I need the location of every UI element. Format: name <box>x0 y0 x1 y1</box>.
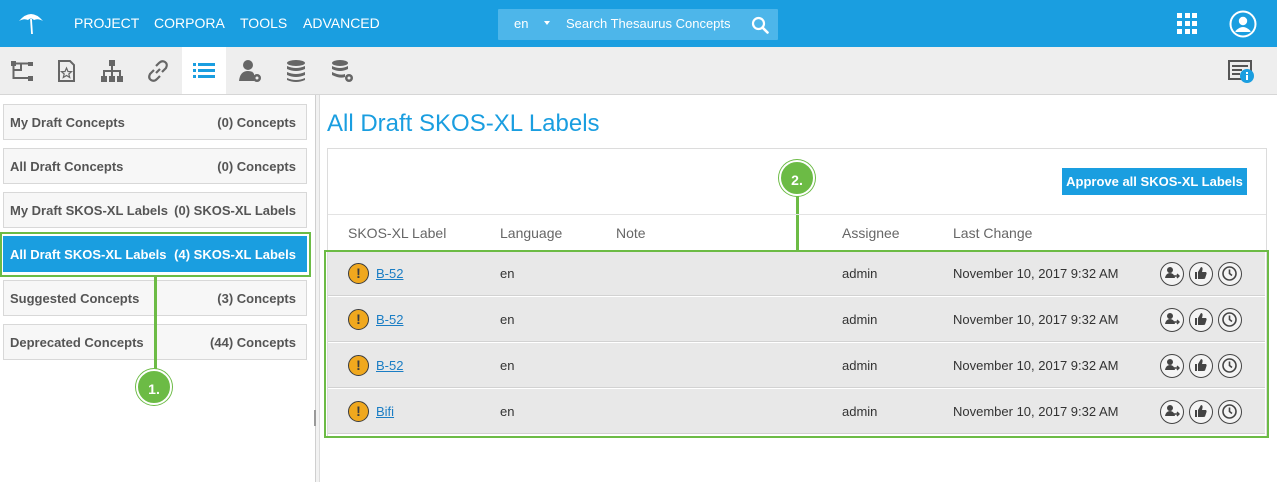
link-icon <box>148 59 168 82</box>
sidebar-item-count: (3) Concepts <box>217 291 296 306</box>
server-settings-icon <box>332 59 353 82</box>
menu-tools[interactable]: TOOLS <box>240 15 287 31</box>
tool-hierarchy[interactable] <box>0 47 44 94</box>
sidebar-item-count: (0) SKOS-XL Labels <box>174 203 296 218</box>
search-box: en Search Thesaurus Concepts <box>498 9 778 40</box>
sidebar-item-label: Suggested Concepts <box>10 291 140 306</box>
chevron-down-icon[interactable] <box>544 21 550 25</box>
column-header-note[interactable]: Note <box>616 225 646 241</box>
annotation-highlight-box-sidebar <box>0 232 311 277</box>
database-icon <box>287 59 305 82</box>
sidebar-item-label: My Draft Concepts <box>10 115 125 130</box>
sidebar-item-label: All Draft Concepts <box>10 159 124 174</box>
tool-list[interactable] <box>182 47 226 94</box>
splitter-grip[interactable] <box>314 410 316 426</box>
page-title: All Draft SKOS-XL Labels <box>327 110 600 137</box>
user-settings-icon <box>239 59 261 82</box>
sidebar-item-my-draft-skosxl-labels[interactable]: My Draft SKOS-XL Labels (0) SKOS-XL Labe… <box>3 192 307 228</box>
concept-document-icon <box>58 59 75 82</box>
approve-all-button[interactable]: Approve all SKOS-XL Labels <box>1062 168 1247 195</box>
sidebar-item-count: (0) Concepts <box>217 159 296 174</box>
menu-project[interactable]: PROJECT <box>74 15 139 31</box>
sidebar-item-all-draft-concepts[interactable]: All Draft Concepts (0) Concepts <box>3 148 307 184</box>
column-header-assignee[interactable]: Assignee <box>842 225 900 241</box>
annotation-callout-1: 1. <box>136 369 172 405</box>
search-icon[interactable] <box>751 16 769 34</box>
annotation-highlight-box-rows <box>324 250 1269 438</box>
list-icon <box>193 62 215 78</box>
info-panel-icon[interactable] <box>1228 59 1256 85</box>
tool-user-settings[interactable] <box>228 47 272 94</box>
tool-server-settings[interactable] <box>320 47 364 94</box>
sidebar-item-label: My Draft SKOS-XL Labels <box>10 203 168 218</box>
table-header: SKOS-XL Label Language Note Assignee Las… <box>328 214 1266 250</box>
column-header-language[interactable]: Language <box>500 225 562 241</box>
sidebar-item-count: (44) Concepts <box>210 335 296 350</box>
sidebar-item-count: (0) Concepts <box>217 115 296 130</box>
tool-links[interactable] <box>136 47 180 94</box>
tool-tree[interactable] <box>90 47 134 94</box>
view-toolbar <box>0 47 1277 95</box>
sidebar-item-label: Deprecated Concepts <box>10 335 144 350</box>
column-header-last-change[interactable]: Last Change <box>953 225 1032 241</box>
tool-database[interactable] <box>274 47 318 94</box>
app-window: PROJECT CORPORA TOOLS ADVANCED en Search… <box>0 0 1277 482</box>
menu-corpora[interactable]: CORPORA <box>154 15 225 31</box>
search-language-select[interactable]: en <box>514 16 528 31</box>
umbrella-logo-icon[interactable] <box>16 9 46 39</box>
hierarchy-branch-icon <box>11 60 33 81</box>
menu-advanced[interactable]: ADVANCED <box>303 15 380 31</box>
tool-concept[interactable] <box>44 47 88 94</box>
annotation-callout-2: 2. <box>779 160 815 196</box>
sidebar-item-my-draft-concepts[interactable]: My Draft Concepts (0) Concepts <box>3 104 307 140</box>
pane-splitter[interactable] <box>316 95 320 482</box>
annotation-connector <box>154 277 157 371</box>
user-account-icon[interactable] <box>1229 10 1257 38</box>
search-input[interactable]: Search Thesaurus Concepts <box>566 16 731 31</box>
top-navigation-bar: PROJECT CORPORA TOOLS ADVANCED en Search… <box>0 0 1277 47</box>
org-tree-icon <box>101 59 123 82</box>
apps-grid-icon[interactable] <box>1177 13 1199 35</box>
column-header-label[interactable]: SKOS-XL Label <box>348 225 446 241</box>
